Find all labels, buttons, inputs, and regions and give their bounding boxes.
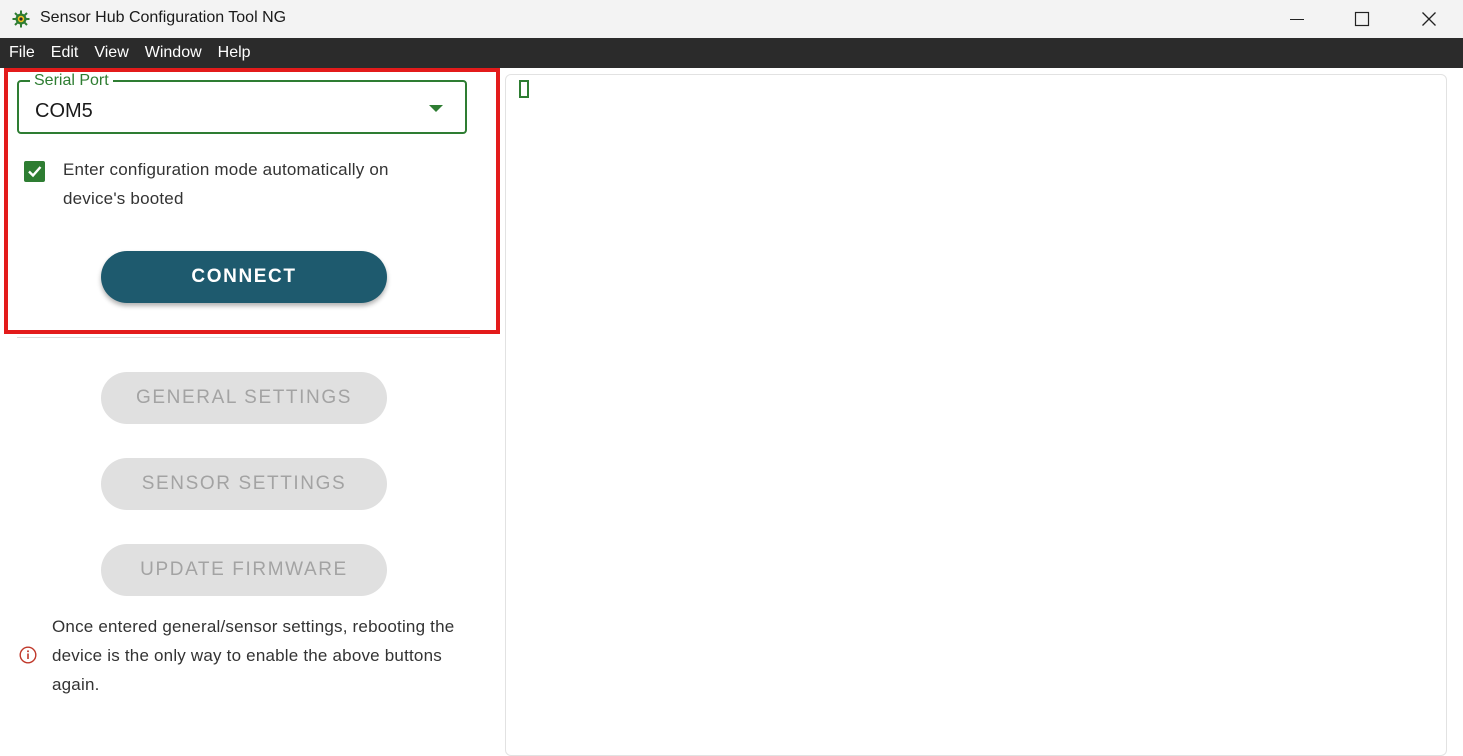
sensor-settings-button[interactable]: SENSOR SETTINGS (101, 458, 387, 510)
menu-view[interactable]: View (86, 38, 136, 68)
section-divider (17, 337, 470, 338)
serial-port-select[interactable]: Serial Port COM5 (17, 72, 467, 134)
text-cursor (519, 80, 529, 98)
title-bar: Sensor Hub Configuration Tool NG (0, 0, 1463, 38)
auto-config-checkbox[interactable] (24, 161, 45, 182)
window-title: Sensor Hub Configuration Tool NG (40, 9, 287, 26)
gear-app-icon (12, 10, 30, 28)
close-button[interactable] (1396, 0, 1462, 38)
minimize-icon (1290, 19, 1304, 20)
close-icon (1422, 12, 1436, 26)
maximize-icon (1354, 11, 1370, 27)
connect-button[interactable]: CONNECT (101, 251, 387, 303)
maximize-button[interactable] (1329, 0, 1395, 38)
minimize-button[interactable] (1264, 0, 1330, 38)
menu-window[interactable]: Window (137, 38, 210, 68)
dropdown-arrow-icon[interactable] (429, 105, 443, 112)
console-output-panel[interactable] (505, 74, 1447, 756)
auto-config-label[interactable]: Enter configuration mode automatically o… (63, 155, 443, 213)
menu-bar: File Edit View Window Help (0, 38, 1463, 68)
menu-edit[interactable]: Edit (43, 38, 87, 68)
info-icon (19, 646, 37, 664)
info-note-text: Once entered general/sensor settings, re… (52, 617, 455, 694)
serial-port-value: COM5 (35, 100, 93, 122)
menu-help[interactable]: Help (210, 38, 259, 68)
menu-file[interactable]: File (0, 38, 43, 68)
checkmark-icon (28, 166, 42, 178)
serial-port-label: Serial Port (30, 72, 113, 90)
update-firmware-button[interactable]: UPDATE FIRMWARE (101, 544, 387, 596)
general-settings-button[interactable]: GENERAL SETTINGS (101, 372, 387, 424)
